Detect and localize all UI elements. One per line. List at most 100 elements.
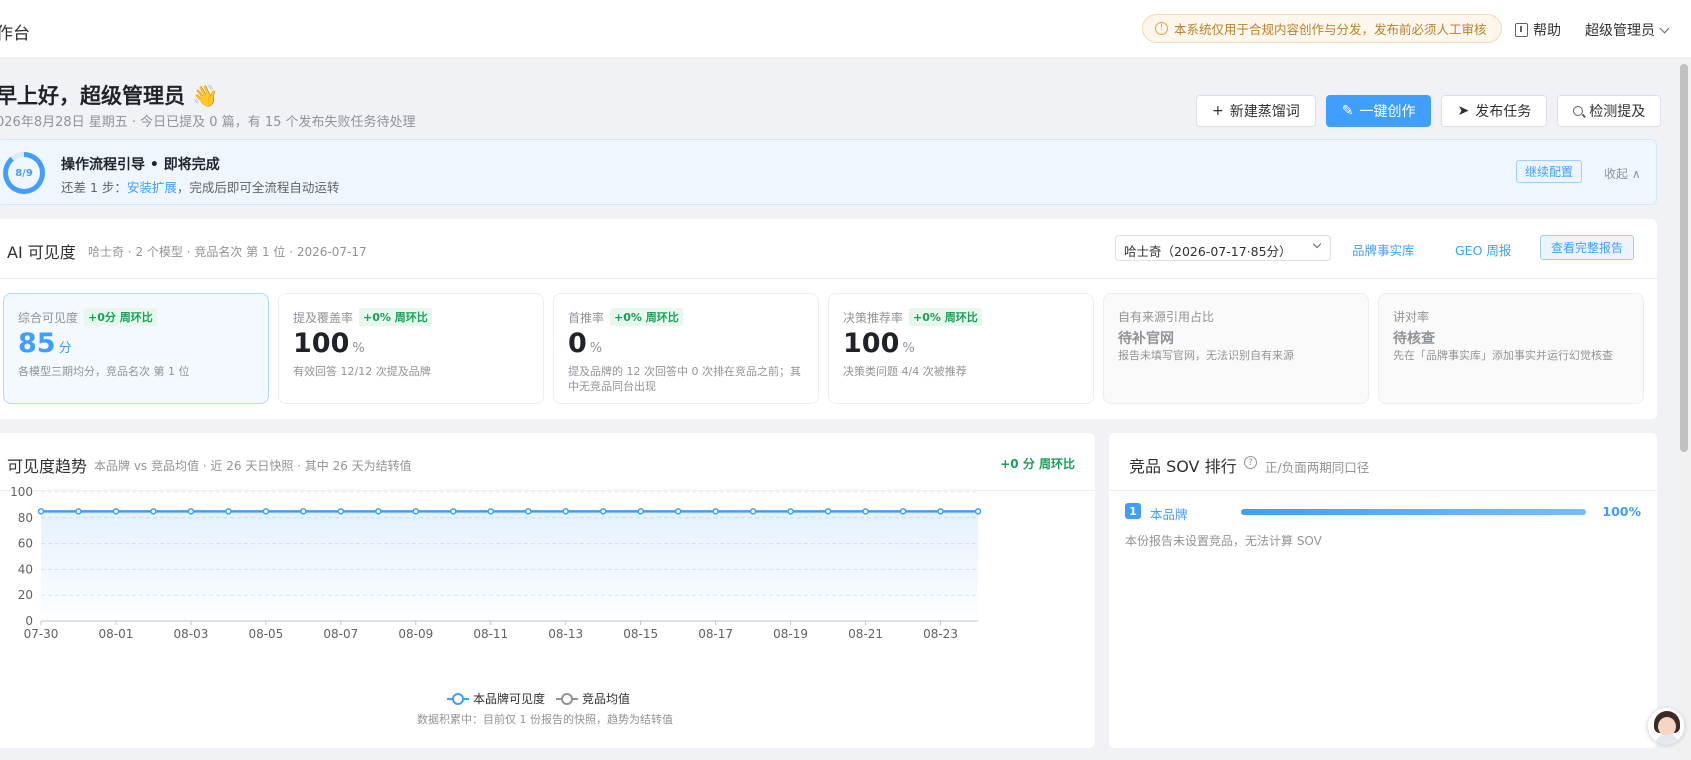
scrollbar-thumb[interactable] (1680, 64, 1688, 452)
data-point[interactable] (749, 508, 757, 515)
rank-badge: 1 (1125, 503, 1141, 519)
new-keyword-button[interactable]: + 新建蒸馏词 (1196, 95, 1316, 127)
metric-badge: +0% 周环比 (610, 308, 683, 326)
metric-desc: 报告未填写官网，无法识别自有来源 (1118, 349, 1294, 362)
x-tick-label: 08-09 (398, 627, 433, 641)
data-point[interactable] (562, 508, 569, 515)
collapse-button[interactable]: 收起 ∧ (1604, 165, 1641, 182)
trend-chart: 0 20 40 60 80 100 07-30 08-01 08-03 08-05 08-07 08… (10, 485, 982, 726)
sov-meta: 正/负面两期同口径 (1265, 460, 1370, 475)
data-point[interactable] (112, 508, 120, 515)
progress-ring: 8/9 (3, 152, 45, 194)
continue-config-button[interactable]: 继续配置 (1516, 160, 1583, 183)
data-point[interactable] (412, 508, 420, 515)
visibility-title: AI 可见度 (7, 243, 76, 262)
data-point[interactable] (37, 508, 45, 515)
guide-subtitle: 还差 1 步：安装扩展，完成后即可全流程自动运转 (61, 177, 339, 196)
metric-unit: % (352, 341, 365, 356)
ai-visibility-card: AI 可见度 哈士奇 · 2 个模型 · 竞品名次 第 1 位 · 2026-0… (0, 219, 1657, 419)
data-point[interactable] (450, 508, 457, 515)
user-menu[interactable]: 超级管理员 (1585, 20, 1670, 40)
metric-value-row: 100% (293, 328, 365, 359)
data-point[interactable] (974, 508, 982, 515)
data-point[interactable] (75, 508, 82, 515)
guide-title: 操作流程引导 • 即将完成 (61, 157, 220, 173)
metric-card-coverage[interactable]: 提及覆盖率 +0% 周环比 100% 有效回答 12/12 次提及品牌 (278, 293, 544, 404)
avatar-body (1655, 735, 1679, 744)
install-extension-link[interactable]: 安装扩展 (127, 180, 177, 195)
data-point[interactable] (862, 508, 869, 515)
x-tick-label: 08-15 (623, 627, 658, 641)
data-point[interactable] (375, 508, 382, 515)
metric-card-overall[interactable]: 综合可见度 +0分 周环比 85 分 各模型三期均分，竞品名次 第 1 位 (3, 293, 269, 404)
metric-label: 首推率 (568, 310, 605, 325)
data-point[interactable] (524, 508, 532, 515)
help-label: 帮助 (1533, 23, 1561, 39)
y-tick-label: 40 (18, 562, 33, 576)
legend-label-brand: 本品牌可见度 (473, 691, 545, 706)
metric-label: 决策推荐率 (843, 310, 904, 325)
data-point[interactable] (300, 508, 307, 515)
guide-sub-suffix: ，完成后即可全流程自动运转 (176, 180, 340, 195)
data-point[interactable] (150, 508, 157, 515)
metric-label-row: 自有来源引用占比 (1118, 308, 1214, 325)
publish-task-button[interactable]: ➤ 发布任务 (1441, 95, 1548, 127)
data-point[interactable] (337, 508, 345, 515)
visibility-trend-card: 可见度趋势 本品牌 vs 竞品均值 · 近 26 天日快照 · 其中 26 天为… (0, 433, 1095, 748)
y-tick-label: 80 (18, 511, 33, 525)
data-point[interactable] (487, 508, 495, 515)
metric-badge: +0% 周环比 (909, 308, 982, 326)
scrollbar[interactable] (1677, 60, 1691, 760)
metric-card-own-source[interactable]: 自有来源引用占比 待补官网 报告未填写官网，无法识别自有来源 (1103, 293, 1369, 404)
metric-value: 85 (18, 328, 56, 359)
x-tick-label: 08-19 (773, 627, 808, 641)
greeting-subtitle: 026年8月28日 星期五 · 今日已提及 0 篇，有 15 个发布失败任务待处… (0, 115, 416, 130)
metric-value: 0 (568, 328, 587, 359)
book-icon (1515, 23, 1528, 37)
search-icon (1573, 106, 1584, 116)
brand-facts-link[interactable]: 品牌事实库 (1352, 240, 1415, 259)
y-tick-label: 100 (10, 485, 33, 499)
data-point[interactable] (599, 508, 607, 515)
x-tick-label: 08-17 (698, 627, 733, 641)
data-point[interactable] (187, 508, 195, 515)
send-icon: ➤ (1457, 103, 1470, 119)
metric-label: 综合可见度 (18, 310, 79, 325)
data-point[interactable] (712, 508, 719, 515)
metric-label-row: 综合可见度 +0分 周环比 (18, 308, 157, 326)
assistant-avatar[interactable] (1647, 707, 1685, 745)
metric-card-decision[interactable]: 决策推荐率 +0% 周环比 100% 决策类问题 4/4 次被推荐 (828, 293, 1094, 404)
data-point[interactable] (225, 508, 232, 515)
chevron-down-icon (1312, 239, 1322, 249)
data-point[interactable] (637, 508, 644, 515)
metric-badge: +0% 周环比 (359, 308, 432, 326)
report-select[interactable]: 哈士奇（2026-07-17·85分） (1115, 235, 1331, 261)
metric-badge: +0分 周环比 (84, 308, 157, 326)
data-point[interactable] (674, 508, 682, 515)
data-point[interactable] (824, 508, 832, 515)
user-name: 超级管理员 (1585, 23, 1655, 39)
full-report-button[interactable]: 查看完整报告 (1540, 235, 1635, 260)
detect-mention-button[interactable]: 检测提及 (1557, 95, 1662, 127)
geo-weekly-link[interactable]: GEO 周报 (1455, 240, 1511, 259)
data-point[interactable] (262, 508, 270, 515)
x-tick-label: 08-01 (99, 627, 134, 641)
metric-card-accuracy[interactable]: 讲对率 待核查 先在「品牌事实库」添加事实并运行幻觉核查 (1378, 293, 1644, 404)
one-click-create-button[interactable]: ✎ 一键创作 (1325, 95, 1432, 127)
sov-brand-name: 本品牌 (1150, 507, 1188, 522)
data-point[interactable] (787, 508, 794, 515)
help-circle-icon[interactable]: ? (1244, 456, 1257, 469)
metric-label-row: 首推率 +0% 周环比 (568, 308, 683, 326)
chart-footnote: 数据积累中：目前仅 1 份报告的快照，趋势为结转值 (417, 712, 673, 726)
series-area (41, 511, 978, 621)
data-point[interactable] (899, 508, 907, 515)
workflow-guide-banner: 8/9 操作流程引导 • 即将完成 还差 1 步：安装扩展，完成后即可全流程自动… (0, 139, 1657, 205)
help-link[interactable]: 帮助 (1515, 20, 1561, 40)
avatar-face (1658, 717, 1676, 736)
metric-card-first-recommend[interactable]: 首推率 +0% 周环比 0% 提及品牌的 12 次回答中 0 次排在竞品之前；其中… (553, 293, 819, 404)
chevron-down-icon (1659, 23, 1670, 33)
metric-desc: 有效回答 12/12 次提及品牌 (293, 365, 431, 378)
progress-label: 8/9 (8, 157, 40, 189)
data-point[interactable] (937, 508, 944, 515)
x-tick-label: 08-11 (473, 627, 508, 641)
